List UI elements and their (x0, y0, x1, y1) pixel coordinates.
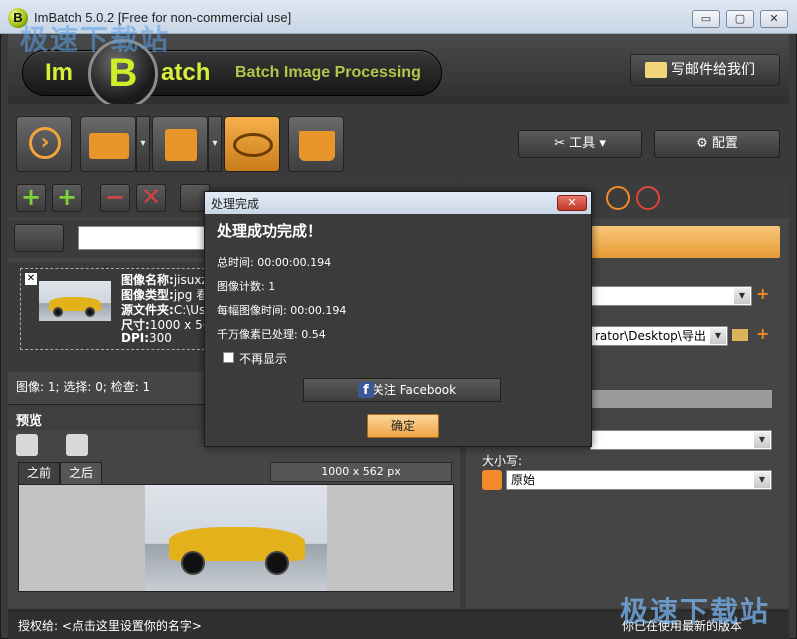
chevron-down-icon: ▾ (595, 136, 606, 151)
dialog-body: 处理成功完成！ 总时间: 00:00:00.194 图像计数: 1 每幅图像时间… (209, 214, 589, 444)
dpi-row: DPI:300 (121, 331, 172, 345)
close-button[interactable]: ✕ (760, 10, 788, 28)
preview-title: 预览 (16, 414, 43, 429)
eye-icon (233, 133, 273, 157)
list-item[interactable]: ✕ 图像名称:jisuxz 图像类型:jpg 看 源文件夹:C:\Us 尺寸:1… (20, 268, 218, 350)
dialog-close-button[interactable]: ✕ (557, 195, 587, 211)
license-link[interactable]: 授权给: <点击这里设置你的名字> (18, 617, 202, 634)
minimize-button[interactable]: ▭ (692, 10, 720, 28)
zoom-icon[interactable] (16, 434, 38, 456)
main-toolbar: › ▾ ▾ ✂ 工具 ▾ ⚙ 配置 (8, 104, 789, 178)
watermark-top: 极速下载站 (20, 23, 171, 56)
pan-hand-icon[interactable] (42, 434, 64, 456)
output-folder-value: rator\Desktop\导出 (595, 329, 706, 343)
shop-button[interactable] (288, 116, 344, 172)
filter-input[interactable]: ✕ (78, 226, 271, 252)
per-image-time: 每幅图像时间: 00:00.194 (217, 304, 347, 317)
watermark-bottom: 极速下载站 (620, 595, 771, 628)
run-button[interactable]: › (16, 116, 72, 172)
tools-menu-button[interactable]: ✂ 工具 ▾ (518, 130, 642, 158)
folder-icon[interactable] (732, 329, 748, 341)
email-us-label: 写邮件给我们 (671, 62, 755, 78)
thumbnail-image (39, 281, 111, 321)
case-label: 大小写: (482, 454, 523, 468)
add-file-button[interactable]: + (16, 184, 46, 212)
tools-label: 工具 (569, 136, 596, 151)
wrench-icon: ✂ (554, 136, 570, 151)
facebook-button[interactable]: f 关注 Facebook (303, 378, 501, 402)
image-count: 图像计数: 1 (217, 280, 276, 293)
play-arrow-icon: › (29, 127, 61, 159)
fit-icon[interactable] (66, 434, 88, 456)
chevron-down-icon: ▼ (734, 288, 750, 304)
case-select[interactable]: 原始 ▼ (506, 470, 772, 490)
settings-label: 配置 (711, 136, 738, 151)
remove-item-icon[interactable]: ✕ (25, 273, 37, 285)
floppy-disk-icon (165, 129, 197, 161)
save-button[interactable] (152, 116, 208, 172)
logo-im-text: Im (45, 59, 74, 86)
chevron-down-icon: ▼ (754, 472, 770, 488)
reset-case-icon[interactable] (482, 470, 502, 490)
list-status: 图像: 1; 选择: 0; 检查: 1 (16, 380, 151, 394)
preview-toggle-button[interactable] (224, 116, 280, 172)
tab-after[interactable]: 之后 (60, 462, 103, 484)
dialog-title: 处理完成 (211, 197, 260, 211)
gear-icon: ⚙ (696, 136, 712, 151)
ok-button[interactable]: 确定 (367, 414, 439, 438)
output-folder-select[interactable]: rator\Desktop\导出 ▼ (590, 326, 728, 346)
add-folder-icon[interactable]: + (756, 324, 769, 343)
folder-icon (89, 133, 129, 159)
remove-all-button[interactable]: ✕ (136, 184, 166, 212)
basket-icon (299, 131, 335, 161)
save-dropdown[interactable]: ▾ (208, 116, 222, 172)
megapixels-processed: 千万像素已处理: 0.54 (217, 328, 326, 341)
dont-show-label: 不再显示 (239, 352, 288, 366)
preview-canvas[interactable] (18, 484, 454, 592)
open-folder-dropdown[interactable]: ▾ (136, 116, 150, 172)
tab-before[interactable]: 之前 (18, 462, 61, 484)
maximize-button[interactable]: ▢ (726, 10, 754, 28)
preview-dimensions: 1000 x 562 px (270, 462, 452, 482)
email-us-button[interactable]: 写邮件给我们 (630, 54, 780, 86)
chevron-down-icon: ▼ (754, 432, 770, 448)
logo-atch-text: atch (161, 59, 211, 86)
add-option-icon[interactable]: + (756, 284, 769, 303)
case-value: 原始 (511, 473, 536, 487)
open-folder-button[interactable] (80, 116, 136, 172)
option-select-1[interactable]: ▼ (590, 286, 752, 306)
dialog-heading: 处理成功完成！ (217, 222, 323, 240)
total-time: 总时间: 00:00:00.194 (217, 256, 332, 269)
facebook-icon: f (358, 382, 374, 398)
envelope-icon (645, 62, 667, 78)
clear-tasks-icon[interactable] (636, 186, 660, 210)
processing-complete-dialog: 处理完成 ✕ 处理成功完成！ 总时间: 00:00:00.194 图像计数: 1… (204, 191, 592, 447)
preview-image (145, 485, 327, 591)
settings-button[interactable]: ⚙ 配置 (654, 130, 780, 158)
chevron-down-icon: ▼ (710, 328, 726, 344)
logo-subtitle: Batch Image Processing (235, 64, 421, 81)
remove-button[interactable]: − (100, 184, 130, 212)
add-folder-button[interactable]: + (52, 184, 82, 212)
dialog-title-bar: 处理完成 ✕ (205, 192, 591, 214)
view-mode-button[interactable] (14, 224, 64, 252)
remove-task-icon[interactable] (606, 186, 630, 210)
option-select-2[interactable]: ▼ (590, 430, 772, 450)
dont-show-checkbox[interactable] (223, 352, 234, 363)
